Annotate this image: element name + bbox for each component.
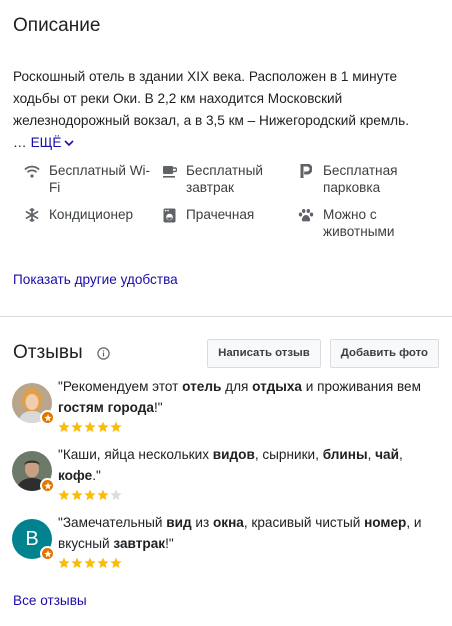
rating-stars <box>58 489 442 501</box>
ellipsis: … <box>13 135 27 150</box>
reviews-header: Отзывы Написать отзыв Добавить фото <box>13 338 439 368</box>
amenity-laundry: Прачечная <box>159 206 296 240</box>
description-section: Описание Роскошный отель в здании XIX ве… <box>13 14 439 154</box>
review-highlight: гостям города <box>58 400 154 415</box>
snowflake-icon <box>22 206 42 224</box>
star-filled-icon <box>97 557 109 569</box>
local-guide-badge-icon <box>40 546 55 561</box>
review-highlight: отель <box>182 379 222 394</box>
reviews-title: Отзывы <box>13 342 83 363</box>
reviewer-avatar: B <box>12 519 55 561</box>
divider <box>0 316 452 317</box>
review-text-segment: !" <box>154 400 163 415</box>
star-filled-icon <box>110 421 122 433</box>
amenity-label: Кондиционер <box>49 207 134 222</box>
parking-icon <box>296 162 316 180</box>
review-text-segment: для <box>221 379 253 394</box>
description-more-link[interactable]: ЕЩЁ <box>31 132 75 154</box>
review-text-segment: !" <box>165 536 174 551</box>
review-highlight: отдыха <box>252 379 302 394</box>
review-highlight: номер <box>364 515 407 530</box>
review-item: B "Замечательный вид из окна, красивый ч… <box>12 512 442 569</box>
star-filled-icon <box>97 489 109 501</box>
review-highlight: чай <box>375 447 399 462</box>
amenity-breakfast: Бесплатный завтрак <box>159 162 296 196</box>
amenities-grid: Бесплатный Wi-Fi Бесплатный завтрак Бесп… <box>22 162 442 240</box>
review-highlight: завтрак <box>113 536 166 551</box>
review-text-segment: "Рекомендуем этот <box>58 379 183 394</box>
star-filled-icon <box>58 557 70 569</box>
amenity-pets: Можно с животными <box>296 206 433 240</box>
wifi-icon <box>22 162 42 180</box>
star-empty-icon <box>110 489 122 501</box>
rating-stars <box>58 557 442 569</box>
star-filled-icon <box>58 421 70 433</box>
star-filled-icon <box>84 421 96 433</box>
amenity-ac: Кондиционер <box>22 206 159 240</box>
star-filled-icon <box>97 421 109 433</box>
review-highlight: блины <box>322 447 368 462</box>
laundry-icon <box>159 206 179 224</box>
amenity-label: Бесплатный Wi-Fi <box>49 163 151 195</box>
review-text-segment: , <box>367 447 376 462</box>
review-text-segment: и проживания вем <box>301 379 421 394</box>
amenity-label: Бесплатная парковка <box>323 163 398 195</box>
star-filled-icon <box>110 557 122 569</box>
more-label: ЕЩЁ <box>30 135 62 150</box>
amenity-label: Бесплатный завтрак <box>186 163 263 195</box>
review-text-segment: из <box>191 515 213 530</box>
description-text: Роскошный отель в здании XIX века. Распо… <box>13 69 409 128</box>
breakfast-icon <box>159 162 179 180</box>
info-icon[interactable] <box>97 346 111 360</box>
review-body: "Замечательный вид из окна, красивый чис… <box>58 512 442 569</box>
star-filled-icon <box>71 421 83 433</box>
review-text: "Рекомендуем этот отель для отдыха и про… <box>58 376 442 418</box>
star-filled-icon <box>71 557 83 569</box>
review-body: "Каши, яйца нескольких видов, сырники, б… <box>58 444 442 501</box>
local-guide-badge-icon <box>40 478 55 493</box>
review-text: "Каши, яйца нескольких видов, сырники, б… <box>58 444 442 486</box>
star-filled-icon <box>84 557 96 569</box>
local-guide-badge-icon <box>40 410 55 425</box>
show-more-amenities-link[interactable]: Показать другие удобства <box>13 271 178 289</box>
review-buttons: Написать отзыв Добавить фото <box>207 338 439 368</box>
paw-icon <box>296 206 316 224</box>
all-reviews-link[interactable]: Все отзывы <box>13 592 87 610</box>
review-highlight: кофе <box>58 468 93 483</box>
reviewer-avatar <box>12 451 55 493</box>
add-photo-button[interactable]: Добавить фото <box>329 338 439 368</box>
star-filled-icon <box>84 489 96 501</box>
amenities-row: Бесплатный Wi-Fi Бесплатный завтрак Бесп… <box>22 162 442 196</box>
review-text-segment: "Каши, яйца нескольких <box>58 447 213 462</box>
review-text-segment: "Замечательный <box>58 515 167 530</box>
amenity-label: Прачечная <box>186 207 255 222</box>
review-text-segment: ." <box>92 468 101 483</box>
star-filled-icon <box>58 489 70 501</box>
amenity-wifi: Бесплатный Wi-Fi <box>22 162 159 196</box>
write-review-button[interactable]: Написать отзыв <box>207 338 321 368</box>
description-more-row: … ЕЩЁ <box>13 132 439 154</box>
reviewer-avatar <box>12 383 55 425</box>
review-text-segment: , сырники, <box>254 447 323 462</box>
review-highlight: окна <box>212 515 244 530</box>
amenities-row: Кондиционер Прачечная Можно с животными <box>22 206 442 240</box>
review-text-segment: , <box>398 447 403 462</box>
review-item: "Рекомендуем этот отель для отдыха и про… <box>12 376 442 433</box>
review-body: "Рекомендуем этот отель для отдыха и про… <box>58 376 442 433</box>
amenity-parking: Бесплатная парковка <box>296 162 433 196</box>
amenity-label: Можно с животными <box>323 207 395 239</box>
rating-stars <box>58 421 442 433</box>
description-title: Описание <box>13 15 101 36</box>
avatar-letter: B <box>25 527 39 550</box>
chevron-down-icon <box>64 140 75 147</box>
review-text-segment: , красивый чистый <box>243 515 365 530</box>
review-item: "Каши, яйца нескольких видов, сырники, б… <box>12 444 442 501</box>
star-filled-icon <box>71 489 83 501</box>
review-highlight: видов <box>212 447 255 462</box>
review-highlight: вид <box>166 515 192 530</box>
review-text: "Замечательный вид из окна, красивый чис… <box>58 512 442 554</box>
